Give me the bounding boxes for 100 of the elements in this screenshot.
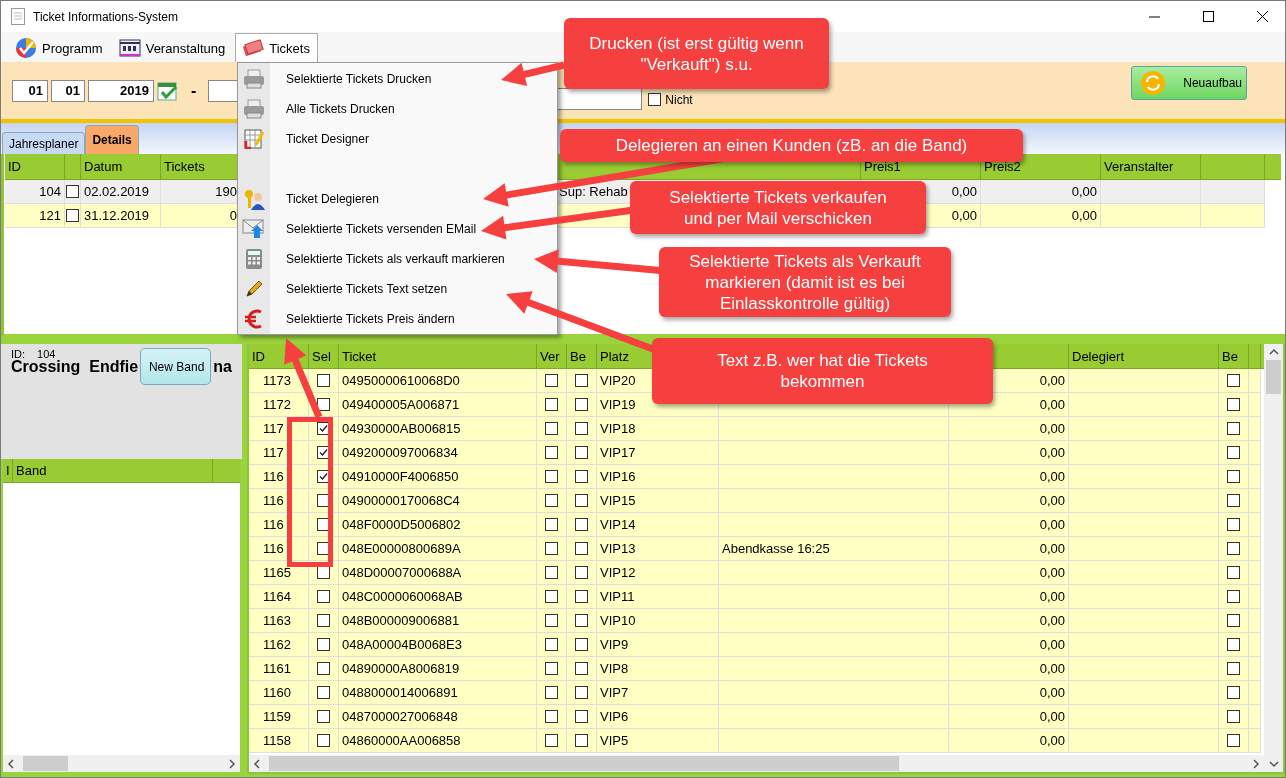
day-field[interactable]: 01 — [12, 79, 48, 102]
year-field[interactable]: 2019 — [88, 79, 154, 102]
checkbox[interactable] — [317, 710, 330, 723]
scrollbar[interactable] — [3, 755, 240, 772]
checkbox[interactable] — [575, 566, 588, 579]
checkbox[interactable] — [575, 398, 588, 411]
checkbox[interactable] — [1227, 566, 1240, 579]
month-field[interactable]: 01 — [51, 79, 85, 102]
checkbox[interactable] — [1227, 398, 1240, 411]
menu-entry[interactable]: Selektierte Tickets als verkauft markieren — [238, 244, 509, 274]
checkbox[interactable] — [1227, 470, 1240, 483]
checkbox[interactable] — [545, 590, 558, 603]
column-header[interactable]: Ticket — [339, 344, 537, 368]
scroll-left-icon[interactable] — [253, 758, 261, 769]
scrollbar-thumb[interactable] — [269, 756, 899, 771]
menu-item[interactable]: Veranstaltung — [112, 34, 232, 62]
column-header[interactable]: Be — [1219, 344, 1249, 368]
checkbox[interactable] — [545, 422, 558, 435]
checkbox[interactable] — [1227, 710, 1240, 723]
calendar-check-icon[interactable] — [157, 79, 179, 102]
scrollbar[interactable] — [249, 755, 1264, 772]
checkbox[interactable] — [317, 614, 330, 627]
maximize-icon[interactable] — [1202, 11, 1214, 22]
checkbox[interactable] — [545, 734, 558, 747]
checkbox[interactable] — [575, 518, 588, 531]
checkbox[interactable] — [545, 374, 558, 387]
column-header[interactable]: Band — [13, 459, 213, 482]
menu-entry[interactable]: Alle Tickets Drucken — [238, 94, 399, 124]
checkbox[interactable] — [545, 662, 558, 675]
checkbox[interactable] — [1227, 446, 1240, 459]
tab[interactable]: Details — [85, 125, 139, 154]
checkbox[interactable] — [545, 518, 558, 531]
checkbox[interactable] — [317, 662, 330, 675]
checkbox[interactable] — [575, 470, 588, 483]
checkbox[interactable] — [1227, 662, 1240, 675]
menu-item[interactable]: Programm — [9, 34, 109, 62]
checkbox[interactable] — [1227, 374, 1240, 387]
scrollbar-thumb[interactable] — [1266, 360, 1281, 394]
checkbox[interactable] — [317, 374, 330, 387]
checkbox[interactable] — [545, 494, 558, 507]
checkbox[interactable] — [545, 614, 558, 627]
checkbox[interactable] — [575, 614, 588, 627]
checkbox[interactable] — [575, 662, 588, 675]
checkbox[interactable] — [1227, 590, 1240, 603]
column-header[interactable]: Ver — [537, 344, 567, 368]
column-header[interactable]: ID — [5, 154, 65, 179]
column-header[interactable]: Delegiert — [1069, 344, 1219, 368]
checkbox[interactable] — [575, 638, 588, 651]
checkbox[interactable] — [1227, 734, 1240, 747]
scroll-down-icon[interactable] — [1268, 760, 1279, 768]
checkbox[interactable] — [1227, 518, 1240, 531]
checkbox[interactable] — [1227, 422, 1240, 435]
column-header[interactable]: Sel — [309, 344, 339, 368]
checkbox[interactable] — [545, 542, 558, 555]
checkbox[interactable] — [575, 686, 588, 699]
checkbox[interactable] — [545, 686, 558, 699]
checkbox[interactable] — [575, 446, 588, 459]
checkbox[interactable] — [575, 710, 588, 723]
checkbox[interactable] — [545, 398, 558, 411]
menu-entry[interactable]: Ticket Designer — [238, 124, 373, 154]
checkbox[interactable] — [317, 590, 330, 603]
checkbox[interactable] — [545, 638, 558, 651]
column-header[interactable]: Datum — [81, 154, 161, 179]
checkbox[interactable] — [317, 638, 330, 651]
column-header[interactable]: Veranstalter — [1101, 154, 1201, 179]
menu-entry[interactable]: Selektierte Tickets Text setzen — [238, 274, 452, 304]
tab[interactable]: Jahresplaner — [2, 132, 86, 154]
checkbox[interactable] — [545, 446, 558, 459]
column-header[interactable]: I — [3, 459, 13, 482]
menu-item[interactable]: Tickets — [235, 33, 319, 62]
checkbox[interactable] — [575, 422, 588, 435]
checkbox[interactable] — [1227, 494, 1240, 507]
checkbox[interactable] — [575, 542, 588, 555]
checkbox[interactable] — [575, 590, 588, 603]
menu-entry[interactable]: Selektierte Tickets Drucken — [238, 64, 436, 94]
checkbox[interactable] — [545, 470, 558, 483]
close-icon[interactable] — [1256, 11, 1268, 22]
checkbox[interactable] — [1227, 638, 1240, 651]
checkbox[interactable] — [575, 374, 588, 387]
checkbox[interactable] — [1227, 542, 1240, 555]
checkbox[interactable] — [66, 209, 79, 222]
checkbox[interactable] — [575, 734, 588, 747]
checkbox[interactable] — [317, 734, 330, 747]
checkbox[interactable] — [1227, 614, 1240, 627]
menu-entry[interactable]: Selektierte Tickets Preis ändern — [238, 304, 459, 334]
column-header[interactable]: Be — [567, 344, 597, 368]
rebuild-button[interactable]: Neuaufbau — [1131, 65, 1247, 100]
scrollbar-thumb[interactable] — [23, 756, 68, 771]
scroll-left-icon[interactable] — [7, 758, 15, 769]
new-band-button[interactable]: New Band — [140, 348, 212, 385]
checkbox[interactable] — [317, 686, 330, 699]
checkbox[interactable] — [575, 494, 588, 507]
scroll-right-icon[interactable] — [1252, 758, 1260, 769]
menu-entry[interactable]: Selektierte Tickets versenden EMail — [238, 214, 481, 244]
scroll-up-icon[interactable] — [1268, 348, 1279, 356]
checkbox[interactable] — [648, 93, 662, 106]
checkbox[interactable] — [545, 566, 558, 579]
scrollbar[interactable] — [1264, 344, 1283, 772]
scroll-right-icon[interactable] — [228, 758, 236, 769]
checkbox[interactable] — [545, 710, 558, 723]
